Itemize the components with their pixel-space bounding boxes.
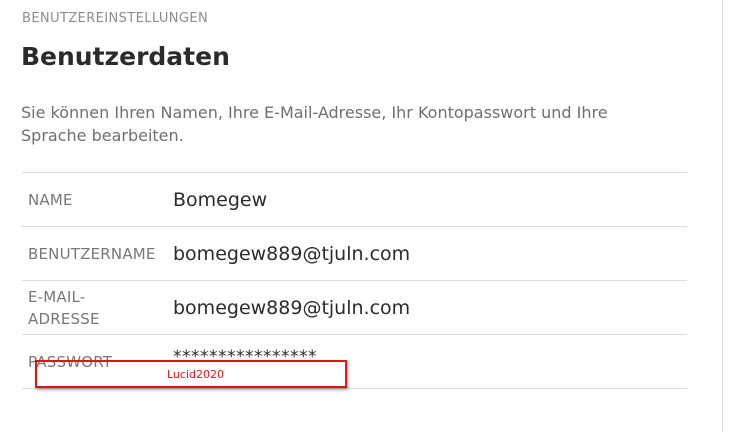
field-label-username: BENUTZERNAME — [28, 244, 156, 263]
field-row-name[interactable]: NAME Bomegew — [22, 173, 687, 227]
field-label-email: E-MAIL-ADRESSE — [28, 287, 100, 328]
section-label: BENUTZEREINSTELLUNGEN — [22, 11, 209, 26]
annotation-password-note: Lucid2020 — [167, 368, 224, 381]
field-row-username[interactable]: BENUTZERNAME bomegew889@tjuln.com — [22, 227, 687, 281]
panel-divider — [722, 0, 723, 432]
field-value-username[interactable]: bomegew889@tjuln.com — [173, 227, 410, 280]
field-value-email[interactable]: bomegew889@tjuln.com — [173, 281, 410, 334]
user-settings-page: BENUTZEREINSTELLUNGEN Benutzerdaten Sie … — [0, 0, 738, 432]
field-label-name: NAME — [28, 190, 73, 209]
page-title: Benutzerdaten — [21, 42, 230, 71]
field-row-email[interactable]: E-MAIL-ADRESSE bomegew889@tjuln.com — [22, 281, 687, 335]
annotation-highlight-box: Lucid2020 — [35, 360, 347, 388]
user-data-table: NAME Bomegew BENUTZERNAME bomegew889@tju… — [22, 172, 687, 389]
field-value-name[interactable]: Bomegew — [173, 173, 267, 226]
page-description: Sie können Ihren Namen, Ihre E-Mail-Adre… — [21, 103, 608, 145]
